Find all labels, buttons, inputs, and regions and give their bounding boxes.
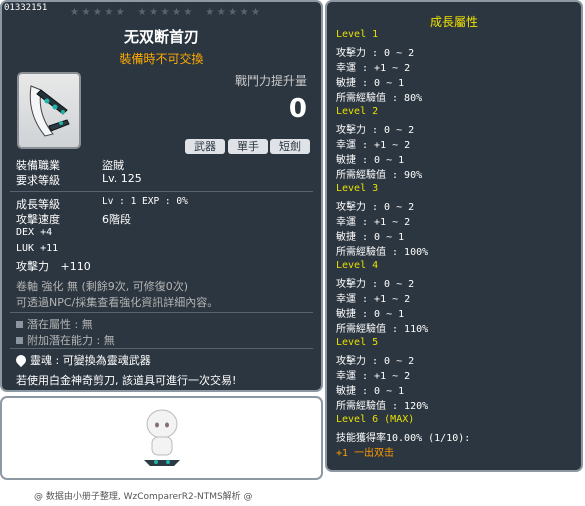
tag-weapon: 武器 xyxy=(185,139,225,154)
star-icon xyxy=(251,7,260,20)
tag-dagger: 短劍 xyxy=(270,139,310,154)
level-3-attack: 攻擊力 : 0 ~ 2 xyxy=(336,202,415,213)
star-icon xyxy=(116,7,125,20)
character-avatar xyxy=(144,409,180,466)
growth-title: 成長屬性 xyxy=(429,15,478,29)
growth-level-row: 成長等級 Lv : 1 EXP : 0% xyxy=(16,196,188,212)
item-id: 01332151 xyxy=(4,3,48,13)
extra-potential-text: 附加潛在能力 : 無 xyxy=(27,334,115,347)
attack-speed-value: 6階段 xyxy=(102,213,131,226)
level-2-luk: 幸運 : +1 ~ 2 xyxy=(336,140,411,151)
attack-speed-label: 攻擊速度 xyxy=(16,213,60,226)
job-row: 裝備職業 盜賊 xyxy=(16,157,124,173)
attack-speed-row: 攻擊速度 6階段 xyxy=(16,211,131,227)
level-4-luk: 幸運 : +1 ~ 2 xyxy=(336,294,411,305)
level-4-dex: 敏捷 : 0 ~ 1 xyxy=(336,309,405,320)
level-6-heading: Level 6 (MAX) xyxy=(336,414,415,425)
required-level-row: 要求等級 Lv. 125 xyxy=(16,172,142,188)
character-preview xyxy=(0,396,323,480)
required-level-value: Lv. 125 xyxy=(102,172,142,185)
enhance-info: 可透過NPC/採集查看強化資訊詳細內容。 xyxy=(16,296,219,309)
skill-name: +1 一出双击 xyxy=(336,448,395,459)
star-icon xyxy=(93,7,102,20)
growth-level-value: Lv : 1 EXP : 0% xyxy=(102,196,188,207)
soul-flame-icon xyxy=(13,352,29,368)
potential-icon xyxy=(16,321,23,328)
combat-power-value: 0 xyxy=(288,94,307,124)
scroll-upgrade-info: 卷軸 強化 無 (剩餘9次, 可修復0次) xyxy=(16,280,189,293)
divider xyxy=(10,348,313,349)
star-icon xyxy=(81,7,90,20)
star-force-stars xyxy=(70,7,260,20)
item-name: 无双断首刃 xyxy=(123,28,199,46)
level-1-dex: 敏捷 : 0 ~ 1 xyxy=(336,78,405,89)
level-5-dex: 敏捷 : 0 ~ 1 xyxy=(336,386,405,397)
level-5-heading: Level 5 xyxy=(336,337,379,348)
potential-row: 潛在屬性 : 無 xyxy=(16,316,93,332)
soul-row: 靈魂 : 可變換為靈魂武器 xyxy=(13,352,151,368)
level-3-exp: 所需經驗值 : 100% xyxy=(336,247,429,258)
level-2-exp: 所需經驗值 : 90% xyxy=(336,170,423,181)
extra-potential-row: 附加潛在能力 : 無 xyxy=(16,332,115,348)
dagger-icon xyxy=(29,85,70,137)
level-1-exp: 所需經驗值 : 80% xyxy=(336,93,423,104)
level-5-luk: 幸運 : +1 ~ 2 xyxy=(336,371,411,382)
luk-stat: LUK +11 xyxy=(16,243,59,254)
item-icon-frame xyxy=(17,72,81,149)
star-icon xyxy=(138,7,147,20)
star-icon xyxy=(217,7,226,20)
level-3-heading: Level 3 xyxy=(336,183,379,194)
attack-value: +110 xyxy=(60,260,91,273)
extra-potential-icon xyxy=(16,337,23,344)
star-icon xyxy=(70,7,79,20)
level-1-luk: 幸運 : +1 ~ 2 xyxy=(336,63,411,74)
tag-one-handed: 單手 xyxy=(228,139,268,154)
attack-label: 攻擊力 xyxy=(16,260,49,273)
footer-credit: @ 数据由小册子整理, WzComparerR2-NTMS解析 @ xyxy=(34,492,253,502)
level-1-attack: 攻擊力 : 0 ~ 2 xyxy=(336,48,415,59)
level-2-heading: Level 2 xyxy=(336,106,379,117)
soul-text: 靈魂 : 可變換為靈魂武器 xyxy=(30,354,151,367)
level-4-heading: Level 4 xyxy=(336,260,379,271)
job-label: 裝備職業 xyxy=(16,159,60,172)
item-tooltip: 01332151 无双断首刃 裝備時不可交換 戰鬥力提升量 0 武器 單手 短劍… xyxy=(0,0,323,392)
combat-power-label: 戰鬥力提升量 xyxy=(234,74,307,88)
skill-acquire-rate: 技能獲得率10.00% (1/10): xyxy=(336,433,471,444)
divider xyxy=(10,312,313,313)
level-4-exp: 所需經驗值 : 110% xyxy=(336,324,429,335)
level-5-attack: 攻擊力 : 0 ~ 2 xyxy=(336,356,415,367)
star-icon xyxy=(228,7,237,20)
star-icon xyxy=(149,7,158,20)
star-icon xyxy=(172,7,181,20)
star-icon xyxy=(161,7,170,20)
job-value: 盜賊 xyxy=(102,159,124,172)
star-icon xyxy=(183,7,192,20)
trade-restriction: 裝備時不可交換 xyxy=(119,52,204,66)
divider xyxy=(10,191,313,192)
level-2-attack: 攻擊力 : 0 ~ 2 xyxy=(336,125,415,136)
level-4-attack: 攻擊力 : 0 ~ 2 xyxy=(336,279,415,290)
attack-row: 攻擊力 +110 xyxy=(16,258,91,274)
growth-properties-panel: 成長屬性 Level 1 攻擊力 : 0 ~ 2 幸運 : +1 ~ 2 敏捷 … xyxy=(325,0,583,472)
level-2-dex: 敏捷 : 0 ~ 1 xyxy=(336,155,405,166)
star-icon xyxy=(104,7,113,20)
required-level-label: 要求等級 xyxy=(16,174,60,187)
level-3-dex: 敏捷 : 0 ~ 1 xyxy=(336,232,405,243)
platinum-scissors-note: 若使用白金神奇剪刀, 該道具可進行一次交易! xyxy=(16,374,237,387)
potential-text: 潛在屬性 : 無 xyxy=(27,318,93,331)
level-3-luk: 幸運 : +1 ~ 2 xyxy=(336,217,411,228)
star-icon xyxy=(240,7,249,20)
star-icon xyxy=(205,7,214,20)
dex-stat: DEX +4 xyxy=(16,227,53,238)
growth-level-label: 成長等級 xyxy=(16,198,60,211)
level-5-exp: 所需經驗值 : 120% xyxy=(336,401,429,412)
level-1-heading: Level 1 xyxy=(336,29,379,40)
